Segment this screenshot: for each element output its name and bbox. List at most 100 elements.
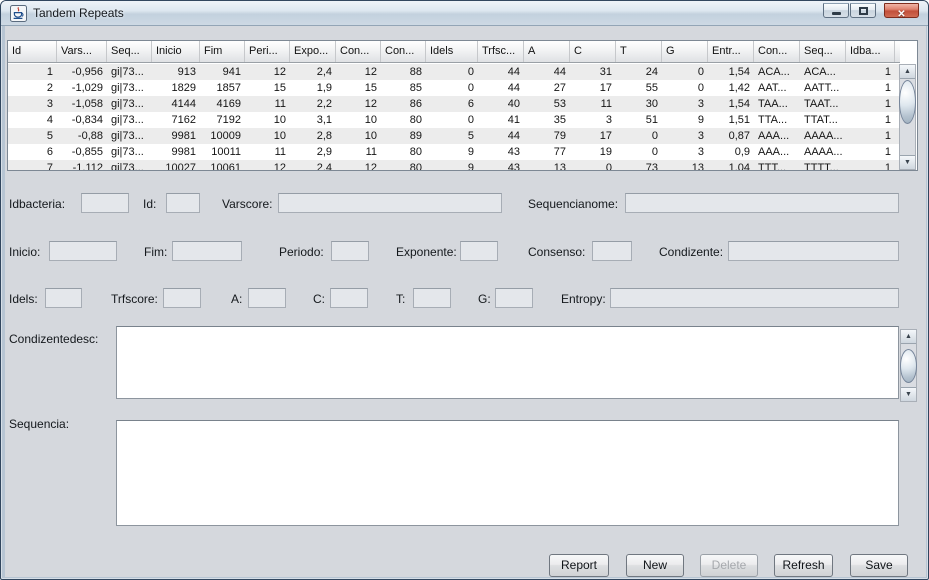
column-header-3[interactable]: Inicio <box>152 41 200 63</box>
column-header-12[interactable]: C <box>570 41 616 63</box>
column-header-5[interactable]: Peri... <box>245 41 290 63</box>
table-cell: 2,4 <box>290 64 336 80</box>
column-header-8[interactable]: Con... <box>381 41 426 63</box>
table-row-3[interactable]: 3-1,058gi|73...41444169112,2128664053113… <box>8 96 900 112</box>
inicio-field[interactable] <box>49 241 117 261</box>
id-label: Id: <box>143 197 156 211</box>
fim-label: Fim: <box>144 245 167 259</box>
entropy-field[interactable] <box>610 288 899 308</box>
sequencia-textarea[interactable] <box>116 420 899 526</box>
table-cell: 1 <box>846 112 895 128</box>
table-cell: 12 <box>336 160 381 170</box>
scroll-up-icon[interactable]: ▲ <box>900 65 915 79</box>
column-header-18[interactable]: Idba... <box>846 41 895 63</box>
table-cell: 2,9 <box>290 144 336 160</box>
table-row-1[interactable]: 1-0,956gi|73...913941122,412880444431240… <box>8 64 900 80</box>
fim-field[interactable] <box>172 241 242 261</box>
table-cell: 77 <box>524 144 570 160</box>
entropy-label: Entropy: <box>561 292 606 306</box>
c-field[interactable] <box>330 288 368 308</box>
condizentedesc-textarea[interactable] <box>116 326 899 399</box>
table-cell: 3 <box>662 96 708 112</box>
close-button[interactable]: ✕ <box>884 3 919 18</box>
table-cell: 1,42 <box>708 80 754 96</box>
table-cell: 3,1 <box>290 112 336 128</box>
column-header-13[interactable]: T <box>616 41 662 63</box>
table-cell: 0 <box>426 112 478 128</box>
table-cell: 79 <box>524 128 570 144</box>
maximize-button[interactable] <box>850 3 876 18</box>
column-header-1[interactable]: Vars... <box>57 41 107 63</box>
table-row-6[interactable]: 6-0,855gi|73...998110011112,911809437719… <box>8 144 900 160</box>
column-header-7[interactable]: Con... <box>336 41 381 63</box>
table-vertical-scrollbar[interactable]: ▲ ▼ <box>899 64 916 170</box>
table-cell: gi|73... <box>107 64 152 80</box>
scrollbar-thumb[interactable] <box>900 349 917 383</box>
id-field[interactable] <box>166 193 200 213</box>
table-cell: 7162 <box>152 112 200 128</box>
report-button[interactable]: Report <box>549 554 609 577</box>
table-header: IdVars...Seq...InicioFimPeri...Expo...Co… <box>8 41 900 63</box>
column-header-9[interactable]: Idels <box>426 41 478 63</box>
table-cell: 19 <box>570 144 616 160</box>
idels-field[interactable] <box>45 288 82 308</box>
table-cell: 43 <box>478 144 524 160</box>
refresh-button[interactable]: Refresh <box>774 554 833 577</box>
column-header-4[interactable]: Fim <box>200 41 245 63</box>
varscore-field[interactable] <box>278 193 502 213</box>
column-header-6[interactable]: Expo... <box>290 41 336 63</box>
new-button[interactable]: New <box>626 554 684 577</box>
column-header-15[interactable]: Entr... <box>708 41 754 63</box>
scrollbar-thumb[interactable] <box>899 80 916 124</box>
a-label: A: <box>231 292 242 306</box>
periodo-field[interactable] <box>331 241 369 261</box>
consenso-field[interactable] <box>592 241 632 261</box>
title-bar[interactable]: Tandem Repeats ✕ <box>1 1 928 26</box>
table-cell: 1 <box>846 128 895 144</box>
column-header-10[interactable]: Trfsc... <box>478 41 524 63</box>
table-row-2[interactable]: 2-1,029gi|73...18291857151,9158504427175… <box>8 80 900 96</box>
table-cell: 0,9 <box>708 144 754 160</box>
table-cell: 86 <box>381 96 426 112</box>
table-cell: 17 <box>570 128 616 144</box>
table-row-5[interactable]: 5-0,88gi|73...998110009102,8108954479170… <box>8 128 900 144</box>
table-cell: 0 <box>662 64 708 80</box>
table-cell: 1 <box>846 96 895 112</box>
minimize-button[interactable] <box>823 3 849 18</box>
condizente-field[interactable] <box>728 241 899 261</box>
table-cell: -1,058 <box>57 96 107 112</box>
column-header-0[interactable]: Id <box>8 41 57 63</box>
table-cell: gi|73... <box>107 144 152 160</box>
t-label: T: <box>396 292 405 306</box>
scroll-down-icon[interactable]: ▼ <box>901 387 916 401</box>
sequencianome-field[interactable] <box>625 193 899 213</box>
table-cell: 12 <box>336 96 381 112</box>
table-row-4[interactable]: 4-0,834gi|73...71627192103,1108004135351… <box>8 112 900 128</box>
table-cell: 80 <box>381 144 426 160</box>
exponente-field[interactable] <box>460 241 498 261</box>
table-cell: 4 <box>8 112 57 128</box>
idbacteria-field[interactable] <box>81 193 129 213</box>
column-header-16[interactable]: Con... <box>754 41 800 63</box>
g-field[interactable] <box>495 288 533 308</box>
table-cell: AAT... <box>754 80 800 96</box>
column-header-11[interactable]: A <box>524 41 570 63</box>
scroll-up-icon[interactable]: ▲ <box>901 330 916 344</box>
window-title: Tandem Repeats <box>33 6 124 20</box>
a-field[interactable] <box>248 288 286 308</box>
idbacteria-label: Idbacteria: <box>9 197 65 211</box>
column-header-2[interactable]: Seq... <box>107 41 152 63</box>
table-cell: 10 <box>245 112 290 128</box>
t-field[interactable] <box>413 288 451 308</box>
column-header-14[interactable]: G <box>662 41 708 63</box>
table-cell: 10 <box>245 128 290 144</box>
table-cell: AAAA... <box>800 128 846 144</box>
table-row-7[interactable]: 7-1,112gi|73...1002710061122,41280943130… <box>8 160 900 170</box>
table-cell: 51 <box>616 112 662 128</box>
trfscore-field[interactable] <box>163 288 201 308</box>
column-header-17[interactable]: Seq... <box>800 41 846 63</box>
condizentedesc-scrollbar[interactable]: ▲ ▼ <box>900 329 917 402</box>
scroll-down-icon[interactable]: ▼ <box>900 155 915 169</box>
table-cell: 4144 <box>152 96 200 112</box>
save-button[interactable]: Save <box>850 554 908 577</box>
